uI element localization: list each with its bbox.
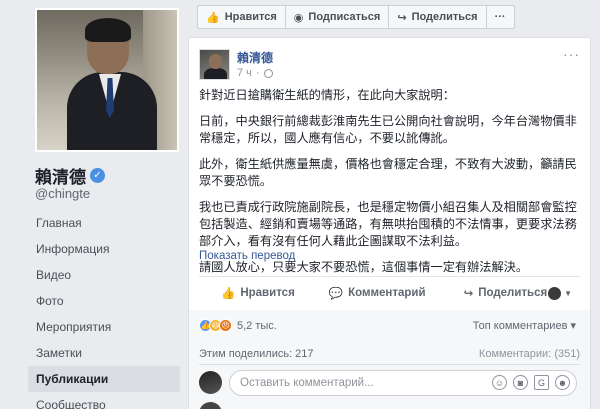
post-paragraph: 日前，中央銀行前總裁彭淮南先生已公開向社會說明，今年台灣物價非常穩定，所以，國人…: [199, 114, 577, 145]
comment-sort-dropdown[interactable]: Топ комментариев ▾: [473, 319, 576, 332]
share-label: Поделиться: [478, 287, 548, 299]
post-paragraph: 我也已責成行政院施副院長，也是穩定物價小組召集人及相關部會監控包括製造、經銷和賣…: [199, 200, 577, 248]
caret-down-icon: ▼: [564, 288, 572, 298]
comment-box: ☺ ◙ G ☻: [229, 370, 577, 396]
post-author[interactable]: 賴清德: [237, 49, 273, 66]
gif-icon[interactable]: G: [534, 375, 549, 390]
comment-button[interactable]: 💬 Комментарий: [329, 286, 426, 300]
verified-badge-icon: ✓: [90, 168, 105, 183]
comment-label: Комментарий: [348, 287, 426, 299]
like-button[interactable]: 👍 Нравится: [221, 286, 295, 300]
nav-item-community[interactable]: Сообщество: [28, 392, 180, 409]
page-share-button[interactable]: ↪ Поделиться: [389, 6, 487, 28]
page-follow-label: Подписаться: [308, 11, 381, 23]
post-paragraph: 此外，衛生紙供應量無虞，價格也會穩定合理，不致有大波動，籲請民眾不要恐慌。: [199, 157, 577, 188]
rss-icon: ◉: [293, 11, 304, 24]
nav-item-photos[interactable]: Фото: [28, 288, 180, 314]
share-button[interactable]: ↪ Поделиться: [464, 286, 548, 300]
page-name-text[interactable]: 賴清德: [35, 163, 86, 188]
profile-picture[interactable]: [35, 8, 179, 152]
page-like-button[interactable]: 👍 Нравится: [198, 6, 286, 28]
avatar: [199, 402, 222, 409]
speech-bubble-icon: 💬: [328, 288, 344, 300]
nav-item-about[interactable]: Информация: [28, 236, 180, 262]
reactions-count[interactable]: 5,2 тыс.: [237, 320, 277, 332]
avatar: [199, 371, 222, 394]
page-sidebar: 賴清德 ✓ @chingte Главная Информация Видео …: [0, 0, 190, 409]
comment-tools: ☺ ◙ G ☻: [492, 375, 570, 390]
thumbs-up-icon: 👍: [221, 288, 236, 300]
camera-icon[interactable]: ◙: [513, 375, 528, 390]
comment-input[interactable]: [230, 371, 470, 395]
share-arrow-icon: ↪: [397, 11, 407, 24]
page-follow-button[interactable]: ◉ Подписаться: [286, 6, 390, 28]
shares-count[interactable]: Этим поделились: 217: [199, 348, 314, 360]
post-timestamp[interactable]: 7 ч: [237, 67, 252, 79]
comments-count[interactable]: Комментарии: (351): [479, 348, 580, 360]
share-arrow-icon: ↪: [463, 288, 474, 300]
emoji-icon[interactable]: ☺: [492, 375, 507, 390]
avatar: [548, 286, 562, 300]
page-like-label: Нравится: [224, 11, 277, 23]
see-translation-link[interactable]: Показать перевод: [199, 250, 295, 262]
author-avatar[interactable]: [199, 49, 230, 80]
post-options-icon[interactable]: ···: [563, 46, 580, 62]
page-share-label: Поделиться: [411, 11, 478, 23]
post-footer: 👍 😆 😠 5,2 тыс. Топ комментариев ▾ Этим п…: [189, 310, 590, 409]
post-meta: 7 ч ·: [237, 67, 273, 79]
nav-item-notes[interactable]: Заметки: [28, 340, 180, 366]
page-title[interactable]: 賴清德 ✓: [35, 163, 105, 188]
nav-item-home[interactable]: Главная: [28, 210, 180, 236]
divider: [199, 364, 580, 365]
post-actions: 👍 Нравится 💬 Комментарий ↪ Поделиться ▼: [199, 279, 580, 307]
act-as-selector[interactable]: ▼: [548, 286, 572, 300]
more-dots-icon: ···: [494, 11, 506, 23]
post-card: 賴清德 7 ч · ··· 針對近日搶購衛生紙的情形，在此向大家說明： 日前，中…: [188, 37, 591, 409]
thumbs-up-icon: 👍: [206, 11, 220, 24]
reactions-summary[interactable]: 👍 😆 😠 5,2 тыс.: [199, 319, 277, 332]
divider: [199, 276, 580, 277]
nav-item-events[interactable]: Мероприятия: [28, 314, 180, 340]
sticker-icon[interactable]: ☻: [555, 375, 570, 390]
globe-icon: [263, 68, 273, 78]
angry-reaction-icon: 😠: [219, 319, 232, 332]
post-paragraph: 針對近日搶購衛生紙的情形，在此向大家說明：: [199, 88, 455, 102]
like-label: Нравится: [240, 287, 295, 299]
page-more-button[interactable]: ···: [487, 6, 514, 28]
page-action-bar: 👍 Нравится ◉ Подписаться ↪ Поделиться ··…: [197, 5, 515, 29]
page-nav: Главная Информация Видео Фото Мероприяти…: [28, 210, 180, 409]
nav-item-posts[interactable]: Публикации: [28, 366, 180, 392]
nav-item-videos[interactable]: Видео: [28, 262, 180, 288]
page-username[interactable]: @chingte: [35, 186, 90, 201]
